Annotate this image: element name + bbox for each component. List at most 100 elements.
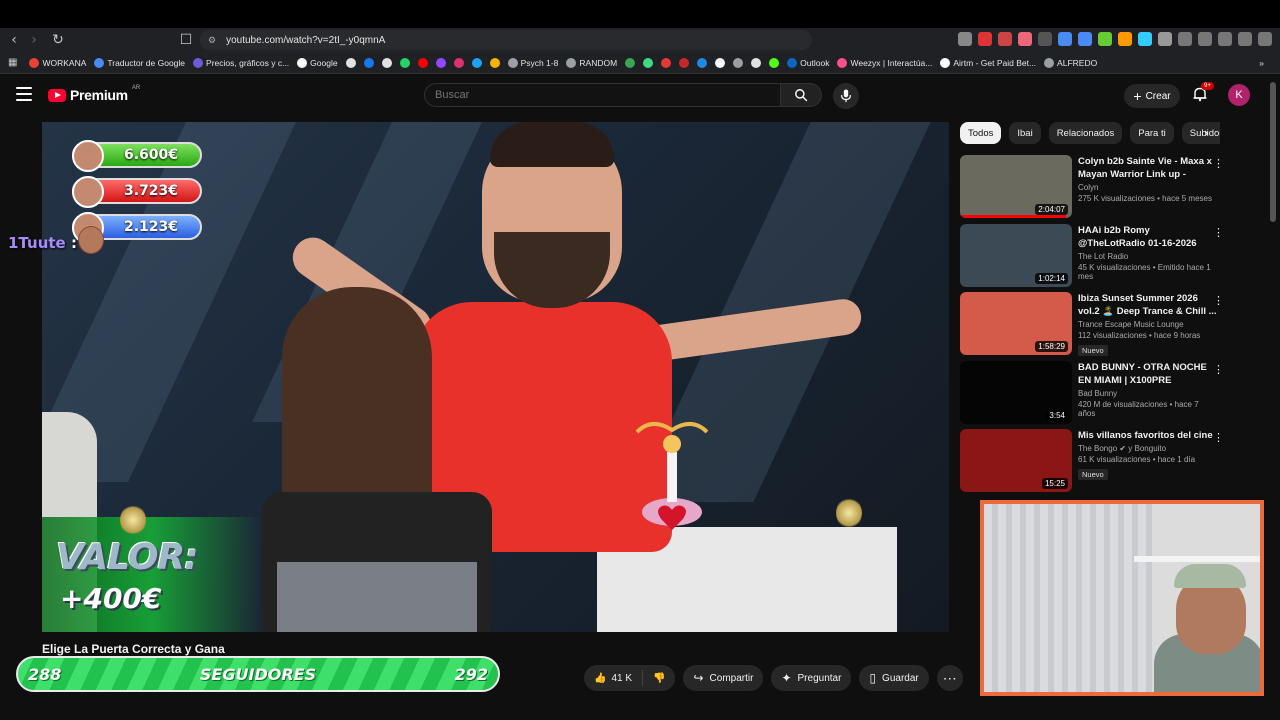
bookmark-item[interactable] (733, 57, 744, 68)
channel-name[interactable]: The Bongo ✔ y Bonguito (1078, 444, 1218, 453)
bookmark-item[interactable] (751, 57, 762, 68)
bookmark-item[interactable] (417, 57, 428, 68)
youtube-logo[interactable]: Premium AR (48, 85, 140, 103)
bookmark-item[interactable] (697, 57, 708, 68)
bookmark-item[interactable] (471, 57, 482, 68)
extension-icon[interactable] (1118, 32, 1132, 46)
video-title-link[interactable]: BAD BUNNY - OTRA NOCHE EN MIAMI | X100PR… (1078, 361, 1218, 387)
sidepanel-icon[interactable] (1218, 32, 1232, 46)
bookmark-item[interactable] (453, 57, 464, 68)
channel-name[interactable]: Bad Bunny (1078, 389, 1218, 398)
extension-icon[interactable] (1058, 32, 1072, 46)
create-button[interactable]: + Crear (1124, 84, 1180, 108)
chevron-right-icon[interactable]: › (1204, 126, 1209, 140)
search-input[interactable] (424, 83, 781, 107)
voice-search-button[interactable] (833, 83, 859, 109)
bookmark-item[interactable] (679, 57, 690, 68)
recommended-video[interactable]: 1:58:29 Ibiza Sunset Summer 2026 vol.2 🏝️… (960, 292, 1232, 361)
video-title-link[interactable]: Colyn b2b Sainte Vie - Maxa x Mayan Warr… (1078, 155, 1218, 181)
bookmark-item[interactable] (345, 57, 356, 68)
duration-badge: 15:25 (1041, 478, 1068, 489)
extension-icon[interactable] (1018, 32, 1032, 46)
notifications-button[interactable]: 9+ (1192, 82, 1214, 104)
page-scrollbar[interactable] (1270, 82, 1276, 222)
recommended-video[interactable]: 1:02:14 HAAi b2b Romy @TheLotRadio 01-16-… (960, 223, 1232, 293)
bookmark-item[interactable] (399, 57, 410, 68)
menu-dots-icon[interactable] (1258, 32, 1272, 46)
extension-icon[interactable] (978, 32, 992, 46)
channel-name[interactable]: Colyn (1078, 183, 1218, 192)
bookmark-item[interactable] (715, 57, 726, 68)
video-thumbnail[interactable]: 1:02:14 (960, 223, 1072, 287)
back-icon[interactable]: ‹ (4, 30, 24, 50)
video-title-link[interactable]: Ibiza Sunset Summer 2026 vol.2 🏝️ Deep T… (1078, 292, 1218, 318)
video-thumbnail[interactable]: 2:04:07 (960, 155, 1072, 218)
ask-button[interactable]: ✦ Preguntar (771, 665, 852, 691)
save-button[interactable]: ▯ Guardar (859, 665, 929, 691)
bookmarks-overflow-icon[interactable]: » (1259, 58, 1264, 68)
bookmark-item[interactable] (489, 57, 500, 68)
extension-icon[interactable] (1138, 32, 1152, 46)
bookmark-item[interactable]: Weezyx | Interactúa... (837, 57, 932, 68)
video-title-link[interactable]: HAAi b2b Romy @TheLotRadio 01-16-2026 (1078, 224, 1218, 250)
reload-icon[interactable]: ↻ (48, 30, 68, 50)
bookmark-item[interactable]: Precios, gráficos y c... (193, 57, 289, 68)
bookmark-item[interactable]: ALFREDO (1044, 57, 1097, 68)
more-options-icon[interactable]: ⋮ (1213, 431, 1224, 444)
bookmark-item[interactable]: Traductor de Google (94, 57, 185, 68)
bookmark-item[interactable]: Psych 1-8 (507, 57, 558, 68)
extension-icon[interactable] (998, 32, 1012, 46)
bookmark-item[interactable]: WORKANA (29, 57, 86, 68)
more-options-icon[interactable]: ⋮ (1213, 226, 1224, 239)
address-bar[interactable]: ⚙ youtube.com/watch?v=2tI_-y0qmnA (200, 30, 812, 50)
search-button[interactable] (781, 83, 822, 107)
account-avatar[interactable]: K (1228, 84, 1250, 106)
bookmark-item[interactable] (363, 57, 374, 68)
hamburger-menu-icon[interactable] (16, 87, 32, 101)
puzzle-icon[interactable] (1158, 32, 1172, 46)
more-options-icon[interactable]: ⋮ (1213, 294, 1224, 307)
extension-icon[interactable] (1078, 32, 1092, 46)
video-player[interactable]: 6.600€ 3.723€ 2.123€ VALOR: +400€ (42, 122, 949, 632)
bookmark-item[interactable]: RANDOM (566, 57, 617, 68)
share-button[interactable]: ↪ Compartir (683, 665, 764, 691)
video-thumbnail[interactable]: 3:54 (960, 360, 1072, 424)
tab-search-icon[interactable] (1178, 32, 1192, 46)
filter-chip[interactable]: Para ti (1130, 122, 1174, 144)
extension-icon[interactable] (1038, 32, 1052, 46)
filter-chip[interactable]: Relacionados (1048, 122, 1123, 144)
site-info-icon[interactable]: ⚙ (208, 35, 216, 46)
bookmark-item[interactable]: Airtm - Get Paid Bet... (940, 57, 1036, 68)
bookmark-item[interactable] (643, 57, 654, 68)
extension-icon[interactable] (1098, 32, 1112, 46)
bookmark-item[interactable]: Outlook (787, 57, 829, 68)
recommended-video[interactable]: 2:04:07 Colyn b2b Sainte Vie - Maxa x May… (960, 155, 1232, 224)
like-button[interactable]: 👍 41 K (584, 665, 642, 691)
bookmark-item[interactable] (381, 57, 392, 68)
bookmark-icon[interactable]: ☐ (176, 30, 196, 50)
more-options-icon[interactable]: ⋮ (1213, 157, 1224, 170)
recommended-video[interactable]: 15:25 Mis villanos favoritos del cine The … (960, 429, 1232, 498)
bookmark-item[interactable] (769, 57, 780, 68)
extension-icon[interactable] (958, 32, 972, 46)
bookmark-item[interactable]: Google (297, 57, 338, 68)
bookmark-item[interactable] (435, 57, 446, 68)
filter-chip[interactable]: Todos (960, 122, 1002, 144)
more-actions-button[interactable]: ⋯ (936, 665, 963, 691)
bookmark-item[interactable] (625, 57, 636, 68)
video-thumbnail[interactable]: 15:25 (960, 429, 1072, 492)
profile-icon[interactable] (1238, 32, 1252, 46)
more-options-icon[interactable]: ⋮ (1213, 363, 1224, 376)
bookmark-item[interactable] (661, 57, 672, 68)
channel-name[interactable]: The Lot Radio (1078, 252, 1218, 261)
recommended-video[interactable]: 3:54 BAD BUNNY - OTRA NOCHE EN MIAMI | X1… (960, 360, 1232, 430)
filter-chip[interactable]: Ibai (1009, 122, 1041, 144)
channel-name[interactable]: Trance Escape Music Lounge (1078, 320, 1218, 329)
video-title-link[interactable]: Mis villanos favoritos del cine (1078, 429, 1218, 442)
apps-grid-icon[interactable]: ▦ (8, 57, 17, 68)
filter-chip[interactable]: Subidos (1181, 122, 1220, 144)
dislike-button[interactable]: 👎 (643, 665, 675, 691)
media-icon[interactable] (1198, 32, 1212, 46)
forward-icon[interactable]: › (24, 30, 44, 50)
video-thumbnail[interactable]: 1:58:29 (960, 292, 1072, 355)
